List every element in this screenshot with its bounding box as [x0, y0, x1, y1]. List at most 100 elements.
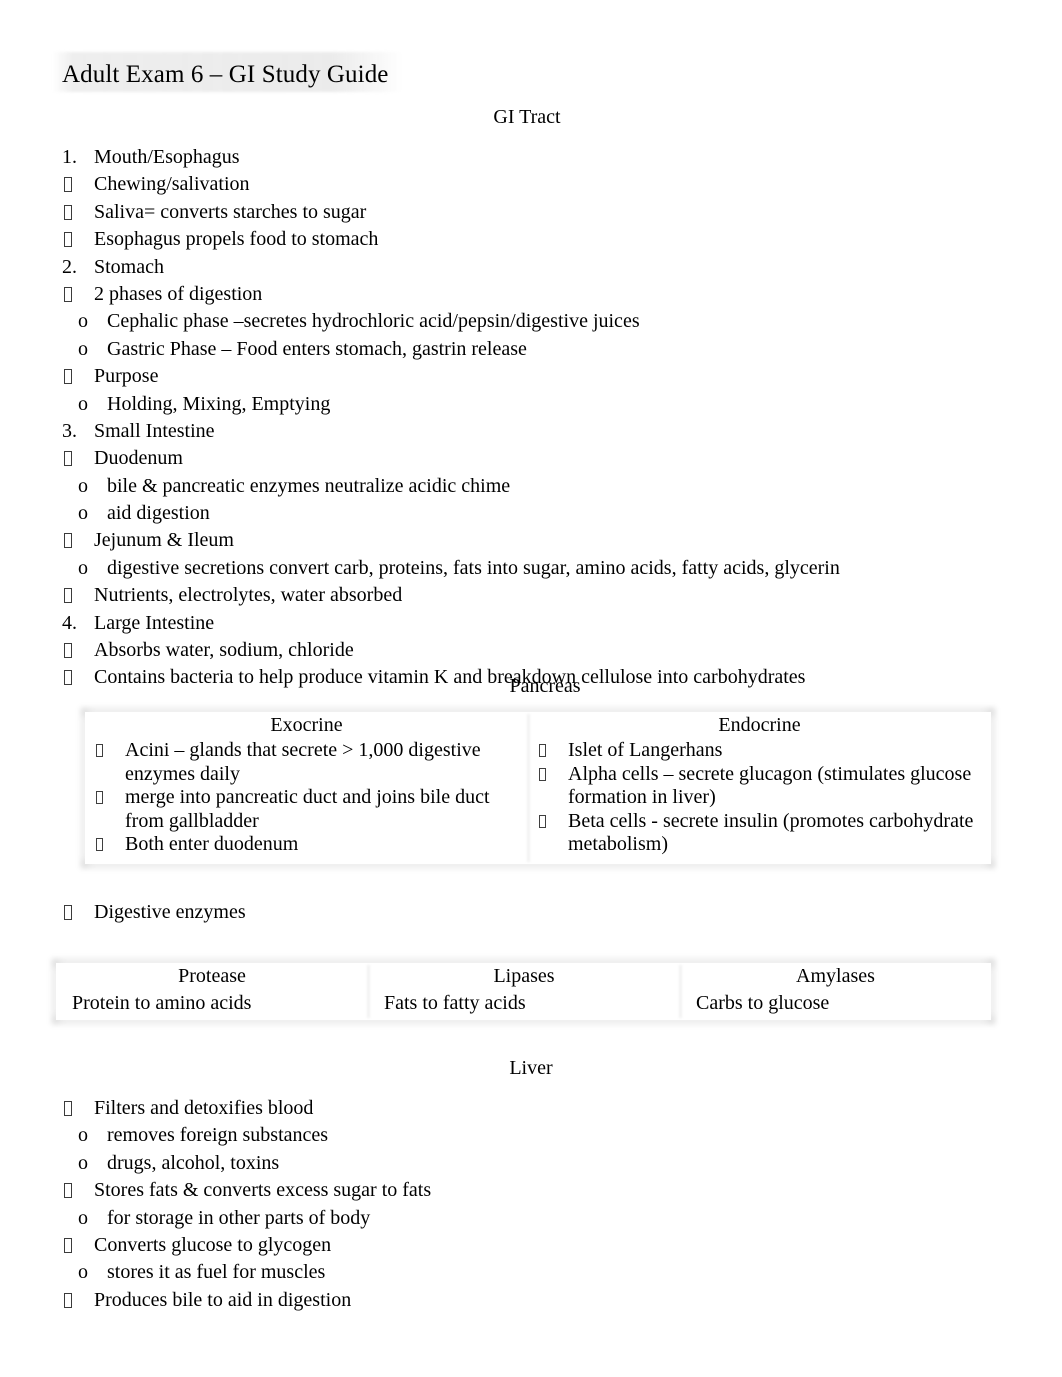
square-bullet-icon [64, 588, 72, 604]
gi-tract-list-item: o Gastric Phase – Food enters stomach, ga… [0, 336, 1000, 363]
gi-tract-list-item-text: Gastric Phase – Food enters stomach, gas… [107, 337, 527, 360]
gi-tract-list-item-text: Nutrients, electrolytes, water absorbed [94, 584, 403, 607]
square-bullet-icon [539, 814, 546, 828]
liver-list-item: o stores it as fuel for muscles [0, 1259, 1000, 1286]
gi-tract-list-item-text: bile & pancreatic enzymes neutralize aci… [107, 474, 511, 497]
number-marker: 2. [62, 255, 77, 278]
liver-list-item: Produces bile to aid in digestion [0, 1287, 1000, 1314]
gi-tract-list-item-text: Mouth/Esophagus [94, 146, 240, 168]
pancreas-column-header-endocrine: Endocrine [718, 714, 801, 736]
enzyme-table-cell: Protease Protein to amino acids [56, 963, 368, 1020]
gi-tract-list-item-text: Esophagus propels food to stomach [94, 228, 379, 251]
endocrine-item-text: Beta cells - secrete insulin (promotes c… [568, 809, 974, 856]
exocrine-item-text: merge into pancreatic duct and joins bil… [125, 786, 490, 832]
enzyme-column-value: Fats to fatty acids [384, 992, 526, 1015]
square-bullet-icon [64, 286, 72, 302]
square-bullet-marker [64, 1287, 72, 1314]
endocrine-item-text: Alpha cells – secrete glucagon (stimulat… [568, 762, 972, 809]
square-bullet-marker [64, 171, 72, 198]
gi-tract-list-item-text: Absorbs water, sodium, chloride [94, 639, 354, 662]
square-bullet-marker [64, 445, 72, 472]
liver-outline-list: Filters and detoxifies blood o removes for… [0, 1095, 1000, 1314]
square-bullet-marker [64, 1095, 72, 1122]
square-bullet-marker [96, 786, 103, 809]
square-bullet-icon [64, 369, 72, 385]
gi-tract-list-item: 4. Large Intestine [0, 610, 1000, 637]
liver-list-item-text: Converts glucose to glycogen [94, 1233, 332, 1256]
digestive-enzymes-item: Digestive enzymes [0, 899, 1000, 926]
enzyme-column-header: Amylases [796, 965, 875, 987]
square-bullet-icon [64, 1292, 72, 1308]
number-marker: 1. [62, 146, 77, 168]
exocrine-item: Both enter duodenum [85, 833, 528, 856]
circle-bullet-marker: o [78, 392, 88, 415]
square-bullet-marker [539, 810, 546, 833]
square-bullet-icon [96, 744, 103, 758]
square-bullet-icon [539, 744, 546, 758]
gi-tract-list-item: Duodenum [0, 445, 1000, 472]
gi-tract-list-item-text: Jejunum & Ileum [94, 529, 234, 552]
square-bullet-icon [539, 767, 546, 781]
liver-list-item-text: Produces bile to aid in digestion [94, 1288, 352, 1311]
square-bullet-icon [64, 905, 72, 920]
circle-bullet-marker: o [78, 1151, 88, 1174]
square-bullet-icon [64, 643, 72, 659]
gi-tract-list-item: 2 phases of digestion [0, 281, 1000, 308]
circle-bullet-marker: o [78, 310, 88, 333]
circle-bullet-marker: o [78, 1206, 88, 1229]
square-bullet-icon [64, 232, 72, 248]
circle-bullet-marker: o [78, 1261, 88, 1284]
exocrine-bullet-list: Acini – glands that secrete > 1,000 dige… [85, 739, 528, 856]
endocrine-bullet-list: Islet of Langerhans Alpha cells – secrete… [528, 739, 991, 856]
square-bullet-icon [64, 533, 72, 549]
square-bullet-icon [64, 670, 72, 686]
gi-tract-list-item-text: Holding, Mixing, Emptying [107, 392, 331, 415]
square-bullet-icon [96, 791, 103, 805]
circle-bullet-marker: o [78, 556, 88, 579]
square-bullet-marker [64, 226, 72, 253]
gi-tract-list-item: Purpose [0, 363, 1000, 390]
square-bullet-marker [64, 899, 72, 926]
pancreas-table: Exocrine Acini – glands that secrete > 1… [85, 712, 991, 864]
square-bullet-icon [64, 451, 72, 467]
liver-list-item: o removes foreign substances [0, 1122, 1000, 1149]
square-bullet-marker [64, 527, 72, 554]
gi-tract-outline-list: 1. Mouth/Esophagus Chewing/salivation Saliv… [0, 144, 1000, 692]
gi-tract-list-item: o digestive secretions convert carb, prot… [0, 555, 1000, 582]
endocrine-item: Beta cells - secrete insulin (promotes c… [528, 810, 991, 857]
gi-tract-list-item: Nutrients, electrolytes, water absorbed [0, 582, 1000, 609]
exocrine-item-text: Both enter duodenum [125, 833, 299, 856]
square-bullet-icon [64, 177, 72, 193]
square-bullet-icon [64, 204, 72, 220]
square-bullet-marker [64, 281, 72, 308]
square-bullet-marker [96, 739, 103, 762]
liver-list-item-text: for storage in other parts of body [107, 1206, 371, 1229]
square-bullet-icon [64, 1101, 72, 1116]
pancreas-table-cell-exocrine: Exocrine Acini – glands that secrete > 1… [85, 712, 528, 864]
square-bullet-icon [64, 1183, 72, 1199]
number-marker: 3. [62, 419, 77, 442]
gi-tract-list-item: Esophagus propels food to stomach [0, 226, 1000, 253]
square-bullet-marker [539, 739, 546, 762]
digestive-enzymes-table: Protease Protein to amino acids Lipases Fat… [56, 963, 991, 1020]
liver-list-item-text: stores it as fuel for muscles [107, 1261, 326, 1284]
gi-tract-list-item: Chewing/salivation [0, 171, 1000, 198]
enzyme-table-cell: Lipases Fats to fatty acids [368, 963, 680, 1020]
section-heading-gi-tract: GI Tract [493, 106, 561, 128]
gi-tract-list-item-text: Small Intestine [94, 419, 215, 442]
gi-tract-list-item: o bile & pancreatic enzymes neutralize ac… [0, 473, 1000, 500]
exocrine-item-text: Acini – glands that secrete > 1,000 dige… [125, 739, 481, 785]
square-bullet-marker [64, 582, 72, 609]
liver-list-item: Converts glucose to glycogen [0, 1232, 1000, 1259]
gi-tract-list-item-text: 2 phases of digestion [94, 282, 263, 305]
circle-bullet-marker: o [78, 337, 88, 360]
enzyme-column-header: Lipases [493, 965, 555, 987]
gi-tract-list-item-text: aid digestion [107, 502, 210, 525]
circle-bullet-marker: o [78, 474, 88, 497]
gi-tract-list-item: 2. Stomach [0, 254, 1000, 281]
liver-list-item-text: removes foreign substances [107, 1124, 329, 1147]
enzyme-column-header: Protease [178, 965, 246, 987]
gi-tract-list-item-text: Purpose [94, 365, 159, 388]
enzyme-column-value: Carbs to glucose [696, 992, 830, 1015]
document-page: Adult Exam 6 – GI Study Guide GI Tract 1… [0, 0, 1062, 1377]
